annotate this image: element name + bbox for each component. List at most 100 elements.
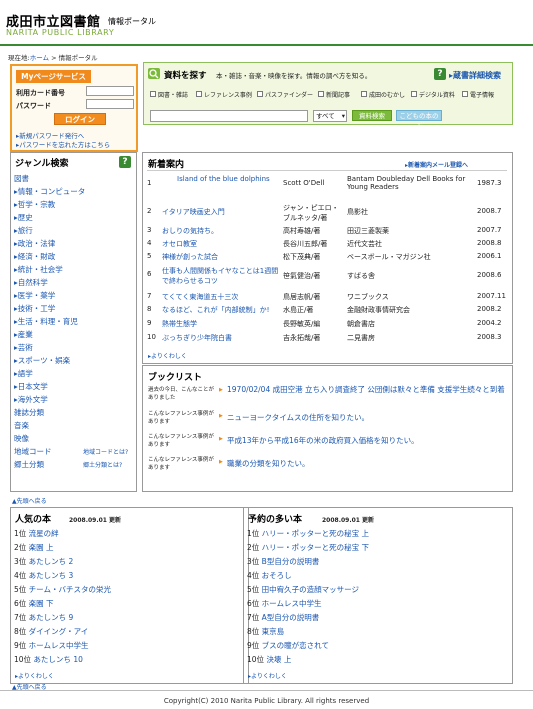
book-title-link[interactable]: 神様が創った試合 [162,252,218,262]
rank-title-link[interactable]: ダイイング・アイ [29,627,89,636]
rank-title-link[interactable]: A型自分の説明書 [262,613,320,622]
checkbox-narita-history[interactable] [361,91,367,97]
ranking-item[interactable]: 5位 田中宥久子の造顔マッサージ [247,584,359,595]
pick-link[interactable]: ニューヨークタイムスの住所を知りたい。 [227,412,369,423]
ranking-item[interactable]: 4位 あたしンち 3 [14,570,73,581]
back-to-top-link[interactable]: ▲先頭へ戻る [12,496,47,505]
new-arrivals-more-link[interactable]: ▸よりくわしく [148,351,187,360]
genre-item[interactable]: ▸語学 [14,368,33,379]
password-input[interactable] [86,99,134,109]
genre-item[interactable]: 音楽 [14,420,29,431]
ranking-item[interactable]: 4位 おそろし [247,570,292,581]
book-title-link[interactable]: イタリア映画史入門 [162,207,225,217]
ranking-item[interactable]: 1位 ハリー・ポッターと死の秘宝 上 [247,528,369,539]
book-title-link[interactable]: Island of the blue dolphins [177,175,277,183]
category-select[interactable]: すべて ▾ [313,110,347,122]
rank-title-link[interactable]: あたしンち 2 [29,557,74,566]
genre-item[interactable]: ▸海外文学 [14,394,48,405]
rank-title-link[interactable]: ハリー・ポッターと死の秘宝 下 [262,543,369,552]
kids-books-button[interactable]: こどもの本のみ [396,110,442,130]
rank-title-link[interactable]: あたしンち 3 [29,571,74,580]
local-class-help-link[interactable]: 郷土分類とは? [83,460,122,469]
ranking-item[interactable]: 2位 ハリー・ポッターと死の秘宝 下 [247,542,369,553]
ranking-item[interactable]: 3位 あたしンち 2 [14,556,73,567]
rank-title-link[interactable]: ホームレス中学生 [29,641,89,650]
rank-title-link[interactable]: 流星の絆 [29,529,59,538]
rank-title-link[interactable]: おそろし [262,571,292,580]
genre-item[interactable]: ▸日本文学 [14,381,48,392]
book-title-link[interactable]: なるほど、これが「内部統制」か! [162,305,269,315]
checkbox-books[interactable] [150,91,156,97]
genre-item[interactable]: ▸統計・社会学 [14,264,63,275]
new-arrivals-mail-link[interactable]: ▸新着案内メール登録へ [405,160,468,169]
help-icon[interactable]: ? [434,68,446,80]
ranking-item[interactable]: 2位 楽園 上 [14,542,54,553]
genre-item[interactable]: ▸経済・財政 [14,251,55,262]
ranking-item[interactable]: 8位 ダイイング・アイ [14,626,88,637]
checkbox-digital[interactable] [411,91,417,97]
genre-item[interactable]: ▸産業 [14,329,33,340]
genre-item[interactable]: ▸歴史 [14,212,33,223]
genre-item[interactable]: 映像 [14,433,29,444]
book-title-link[interactable]: オセロ教室 [162,239,197,249]
rank-title-link[interactable]: ホームレス中学生 [262,599,322,608]
ranking-item[interactable]: 9位 ブスの瞳が恋されて [247,640,329,651]
genre-help-icon[interactable]: ? [119,156,131,168]
rank-title-link[interactable]: 東京島 [262,627,285,636]
pick-link[interactable]: 平成13年から平成16年の米の政府買入価格を知りたい。 [227,435,419,446]
reserved-more-link[interactable]: ▸よりくわしく [248,671,287,680]
checkbox-pathfinder[interactable] [257,91,263,97]
ranking-item[interactable]: 6位 楽園 下 [14,598,54,609]
pick-link[interactable]: 1970/02/04 成田空港 立ち入り調査終了 公団側は默々と準備 支援学生続… [227,385,509,395]
rank-title-link[interactable]: 田中宥久子の造顔マッサージ [262,585,359,594]
book-title-link[interactable]: てくてく東海道五十三次 [162,292,238,302]
rank-title-link[interactable]: 楽園 下 [29,599,54,608]
search-button[interactable]: 資料検索 [352,110,392,121]
genre-item[interactable]: 図書 [14,173,29,184]
genre-item[interactable]: ▸芸術 [14,342,33,353]
ranking-item[interactable]: 5位 チーム・バチスタの栄光 [14,584,111,595]
genre-item[interactable]: 郷土分類 [14,459,44,470]
rank-title-link[interactable]: ハリー・ポッターと死の秘宝 上 [262,529,369,538]
card-number-input[interactable] [86,86,134,96]
ranking-item[interactable]: 7位 A型自分の説明書 [247,612,319,623]
checkbox-reference[interactable] [196,91,202,97]
genre-item[interactable]: ▸自然科学 [14,277,48,288]
genre-item[interactable]: 雑誌分類 [14,407,44,418]
genre-item[interactable]: 地域コード [14,446,52,457]
ranking-item[interactable]: 10位 あたしンち 10 [14,654,83,665]
book-title-link[interactable]: おしりの気持ち。 [162,226,218,236]
ranking-item[interactable]: 6位 ホームレス中学生 [247,598,321,609]
genre-item[interactable]: ▸政治・法律 [14,238,55,249]
search-input[interactable] [150,110,308,122]
pick-link[interactable]: 職業の分類を知りたい。 [227,458,310,469]
checkbox-newspaper[interactable] [318,91,324,97]
rank-title-link[interactable]: チーム・バチスタの栄光 [29,585,111,594]
rank-title-link[interactable]: あたしンち 10 [33,655,82,664]
genre-item[interactable]: ▸生活・料理・育児 [14,316,78,327]
genre-item[interactable]: ▸医学・薬学 [14,290,55,301]
rank-title-link[interactable]: B型自分の説明書 [262,557,320,566]
book-title-link[interactable]: ぶっちぎり少年院白書 [162,333,232,343]
book-title-link[interactable]: 熱帯生態学 [162,319,197,329]
ranking-item[interactable]: 10位 決壊 上 [247,654,291,665]
rank-title-link[interactable]: 決壊 上 [266,655,291,664]
detail-search-link[interactable]: ▸蔵書詳細検索 [449,70,501,81]
rank-title-link[interactable]: 楽園 上 [29,543,54,552]
genre-item[interactable]: ▸技術・工学 [14,303,55,314]
ranking-item[interactable]: 8位 東京島 [247,626,284,637]
ranking-item[interactable]: 1位 流星の絆 [14,528,59,539]
login-button[interactable]: ログイン [54,113,106,125]
genre-item[interactable]: ▸旅行 [14,225,33,236]
region-code-help-link[interactable]: 地域コードとは? [83,447,128,456]
ranking-item[interactable]: 7位 あたしンち 9 [14,612,73,623]
ranking-item[interactable]: 9位 ホームレス中学生 [14,640,88,651]
popular-more-link[interactable]: ▸よりくわしく [15,671,54,680]
genre-item[interactable]: ▸スポーツ・娯楽 [14,355,70,366]
genre-item[interactable]: ▸情報・コンピュータ [14,186,85,197]
genre-item[interactable]: ▸哲学・宗教 [14,199,55,210]
book-title-link[interactable]: 仕事も人間関係もイヤなことは1週間で終わらせるコツ [162,266,280,286]
rank-title-link[interactable]: ブスの瞳が恋されて [262,641,329,650]
forgot-password-link[interactable]: ▸パスワードを忘れた方はこちら [16,139,110,149]
checkbox-electronic[interactable] [462,91,468,97]
